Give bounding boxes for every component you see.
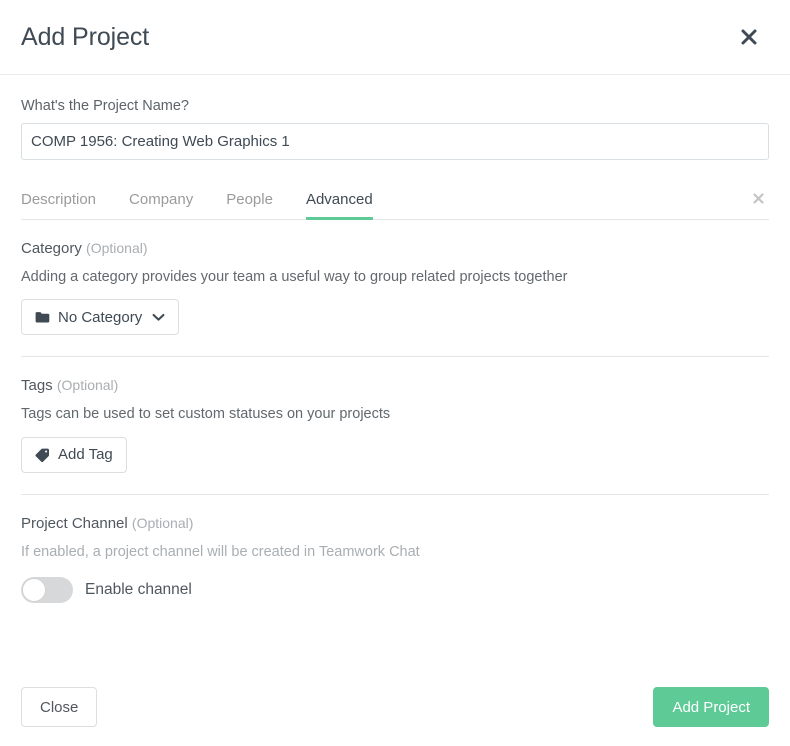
project-name-input[interactable]: [21, 123, 769, 160]
project-channel-optional-text: (Optional): [131, 514, 194, 531]
category-description: Adding a category provides your team a u…: [21, 269, 568, 285]
tab-advanced[interactable]: Advanced: [305, 192, 373, 220]
tags-description: Tags can be used to set custom statuses …: [21, 406, 391, 423]
tags-optional-text: (Optional): [56, 377, 119, 394]
page-title: Add Project: [21, 22, 150, 51]
tab-description[interactable]: Description: [21, 192, 96, 220]
category-title: Category (Optional): [21, 241, 769, 256]
project-channel-title: Project Channel (Optional): [21, 516, 769, 531]
category-dropdown[interactable]: No Category: [21, 299, 180, 336]
toggle-knob: [22, 578, 46, 603]
close-icon: [752, 192, 765, 208]
tags-title: Tags (Optional): [21, 378, 769, 393]
project-name-label: What's the Project Name?: [21, 98, 189, 114]
enable-channel-row: Enable channel: [21, 577, 769, 604]
modal-header: Add Project: [0, 0, 790, 75]
add-tag-label: Add Tag: [58, 446, 113, 464]
tags-title-text: Tags: [21, 377, 53, 395]
tab-people[interactable]: People: [226, 192, 273, 220]
project-channel-section: Project Channel (Optional) If enabled, a…: [21, 495, 769, 624]
category-title-text: Category: [21, 240, 82, 257]
tags-section: Tags (Optional) Tags can be used to set …: [21, 357, 769, 493]
category-optional-text: (Optional): [86, 240, 148, 256]
project-channel-description: If enabled, a project channel will be cr…: [21, 543, 420, 560]
project-channel-title-text: Project Channel: [21, 514, 128, 532]
tab-company[interactable]: Company: [129, 192, 193, 220]
close-modal-button[interactable]: [732, 20, 766, 54]
modal-body: What's the Project Name? Description Com…: [0, 98, 790, 624]
close-icon: [739, 27, 759, 47]
tab-bar: Description Company People Advanced: [21, 181, 769, 220]
enable-channel-label: Enable channel: [85, 581, 192, 599]
modal-footer: Close Add Project: [0, 668, 790, 746]
enable-channel-toggle[interactable]: [21, 577, 73, 604]
category-selected-label: No Category: [58, 308, 143, 326]
tag-icon: [35, 448, 50, 462]
category-section: Category (Optional) Adding a category pr…: [21, 220, 769, 356]
add-tag-button[interactable]: Add Tag: [21, 436, 127, 473]
folder-icon: [35, 311, 50, 324]
add-project-button[interactable]: Add Project: [653, 687, 769, 727]
chevron-down-icon: [152, 313, 165, 322]
close-button[interactable]: Close: [21, 687, 98, 727]
close-tabs-button[interactable]: [749, 191, 767, 209]
